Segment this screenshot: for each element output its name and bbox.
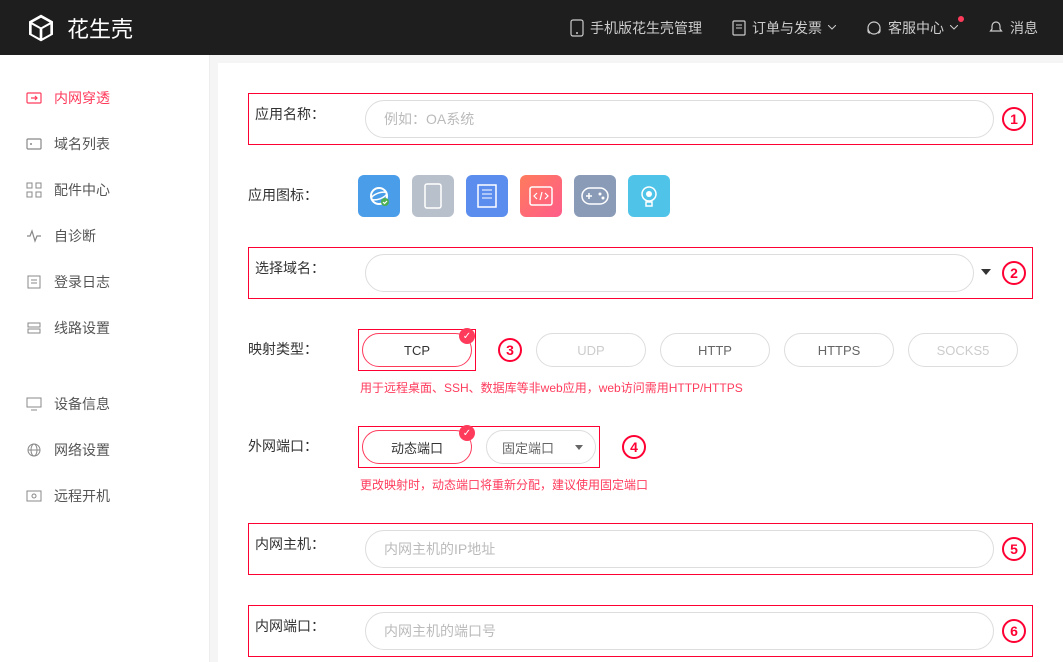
appicon-code[interactable]	[520, 175, 562, 217]
logo: 花生壳	[25, 12, 133, 44]
annotation-2: 2	[1002, 261, 1026, 285]
log-icon	[26, 274, 42, 290]
maptype-http[interactable]: HTTP	[660, 333, 770, 367]
sidebar-label: 自诊断	[54, 226, 96, 246]
row-app-icon: 应用图标：	[248, 175, 1033, 217]
phone-icon	[570, 19, 584, 37]
document-icon	[732, 20, 746, 36]
maptype-socks5[interactable]: SOCKS5	[908, 333, 1018, 367]
doc-icon	[477, 184, 497, 208]
ie-icon	[367, 184, 391, 208]
domain-icon	[26, 136, 42, 152]
row-domain: 选择域名： 2	[248, 247, 1033, 299]
input-app-name[interactable]	[365, 100, 994, 138]
sidebar-label: 内网穿透	[54, 88, 110, 108]
extport-dynamic[interactable]: 动态端口	[362, 430, 472, 464]
tunnel-icon	[26, 90, 42, 106]
code-icon	[529, 186, 553, 206]
row-int-host: 内网主机： 5	[248, 523, 1033, 575]
nav-support-label: 客服中心	[888, 18, 944, 38]
headset-icon	[866, 20, 882, 36]
appicon-game[interactable]	[574, 175, 616, 217]
power-icon	[26, 488, 42, 504]
sidebar-item-route[interactable]: 线路设置	[0, 305, 209, 351]
nav-orders-label: 订单与发票	[752, 18, 822, 38]
appicon-ie[interactable]	[358, 175, 400, 217]
monitor-icon	[26, 396, 42, 412]
brand-name: 花生壳	[67, 12, 133, 44]
label-map-type: 映射类型：	[248, 329, 358, 359]
sidebar-label: 网络设置	[54, 440, 110, 460]
logo-icon	[25, 12, 57, 44]
camera-icon	[637, 184, 661, 208]
grid-icon	[26, 182, 42, 198]
input-int-host[interactable]	[365, 530, 994, 568]
input-int-port[interactable]	[365, 612, 994, 650]
sidebar-label: 远程开机	[54, 486, 110, 506]
appicon-mobile[interactable]	[412, 175, 454, 217]
chevron-down-icon	[828, 25, 836, 30]
pulse-icon	[26, 228, 42, 244]
nav-mobile[interactable]: 手机版花生壳管理	[570, 18, 702, 38]
maptype-tcp[interactable]: TCP	[362, 333, 472, 367]
annotation-3: 3	[498, 338, 522, 362]
hint-ext-port: 更改映射时，动态端口将重新分配，建议使用固定端口	[360, 476, 1033, 493]
sidebar-label: 域名列表	[54, 134, 110, 154]
sidebar-item-wol[interactable]: 远程开机	[0, 473, 209, 519]
annotation-1: 1	[1002, 107, 1026, 131]
top-bar: 花生壳 手机版花生壳管理 订单与发票 客服中心 消息	[0, 0, 1063, 55]
sidebar-label: 线路设置	[54, 318, 110, 338]
content: 应用名称： 1 应用图标： 选择域名： 2	[218, 63, 1063, 662]
annotation-4: 4	[622, 435, 646, 459]
gamepad-icon	[581, 187, 609, 205]
maptype-udp[interactable]: UDP	[536, 333, 646, 367]
extport-fixed[interactable]: 固定端口	[486, 430, 596, 464]
globe-icon	[26, 442, 42, 458]
annotation-5: 5	[1002, 537, 1026, 561]
chevron-down-icon	[950, 25, 958, 30]
nav-mobile-label: 手机版花生壳管理	[590, 18, 702, 38]
label-app-name: 应用名称：	[255, 100, 365, 124]
row-ext-port: 外网端口： 动态端口 固定端口 4 更改映射时，动态端口将重新分配，建议使用固定…	[248, 426, 1033, 493]
sidebar-item-device[interactable]: 设备信息	[0, 381, 209, 427]
device-icon	[424, 183, 442, 209]
sidebar-item-addons[interactable]: 配件中心	[0, 167, 209, 213]
row-app-name: 应用名称： 1	[248, 93, 1033, 145]
nav-messages-label: 消息	[1010, 18, 1038, 38]
bell-icon	[988, 20, 1004, 36]
sidebar-label: 配件中心	[54, 180, 110, 200]
sidebar: 内网穿透 域名列表 配件中心 自诊断 登录日志 线路设置 设备信息	[0, 55, 210, 662]
row-int-port: 内网端口： 6	[248, 605, 1033, 657]
sidebar-item-tunnel[interactable]: 内网穿透	[0, 75, 209, 121]
sidebar-item-domains[interactable]: 域名列表	[0, 121, 209, 167]
chevron-down-icon	[981, 269, 991, 275]
nav-orders[interactable]: 订单与发票	[732, 18, 836, 38]
appicon-camera[interactable]	[628, 175, 670, 217]
nav-support[interactable]: 客服中心	[866, 18, 958, 38]
sidebar-item-loginlog[interactable]: 登录日志	[0, 259, 209, 305]
sidebar-label: 设备信息	[54, 394, 110, 414]
route-icon	[26, 320, 42, 336]
top-nav: 手机版花生壳管理 订单与发票 客服中心 消息	[570, 18, 1038, 38]
sidebar-label: 登录日志	[54, 272, 110, 292]
appicon-doc[interactable]	[466, 175, 508, 217]
row-map-type: 映射类型： TCP 3 UDP HTTP HTTPS SOCKS5 用于远程桌面…	[248, 329, 1033, 396]
label-ext-port: 外网端口：	[248, 426, 358, 456]
annotation-6: 6	[1002, 619, 1026, 643]
label-domain: 选择域名：	[255, 254, 365, 278]
sidebar-item-network[interactable]: 网络设置	[0, 427, 209, 473]
maptype-https[interactable]: HTTPS	[784, 333, 894, 367]
hint-map-type: 用于远程桌面、SSH、数据库等非web应用，web访问需用HTTP/HTTPS	[360, 379, 1033, 396]
label-int-port: 内网端口：	[255, 612, 365, 636]
nav-messages[interactable]: 消息	[988, 18, 1038, 38]
select-domain[interactable]	[365, 254, 974, 292]
label-int-host: 内网主机：	[255, 530, 365, 554]
notification-dot	[958, 16, 964, 22]
label-app-icon: 应用图标：	[248, 175, 358, 205]
sidebar-item-diagnose[interactable]: 自诊断	[0, 213, 209, 259]
